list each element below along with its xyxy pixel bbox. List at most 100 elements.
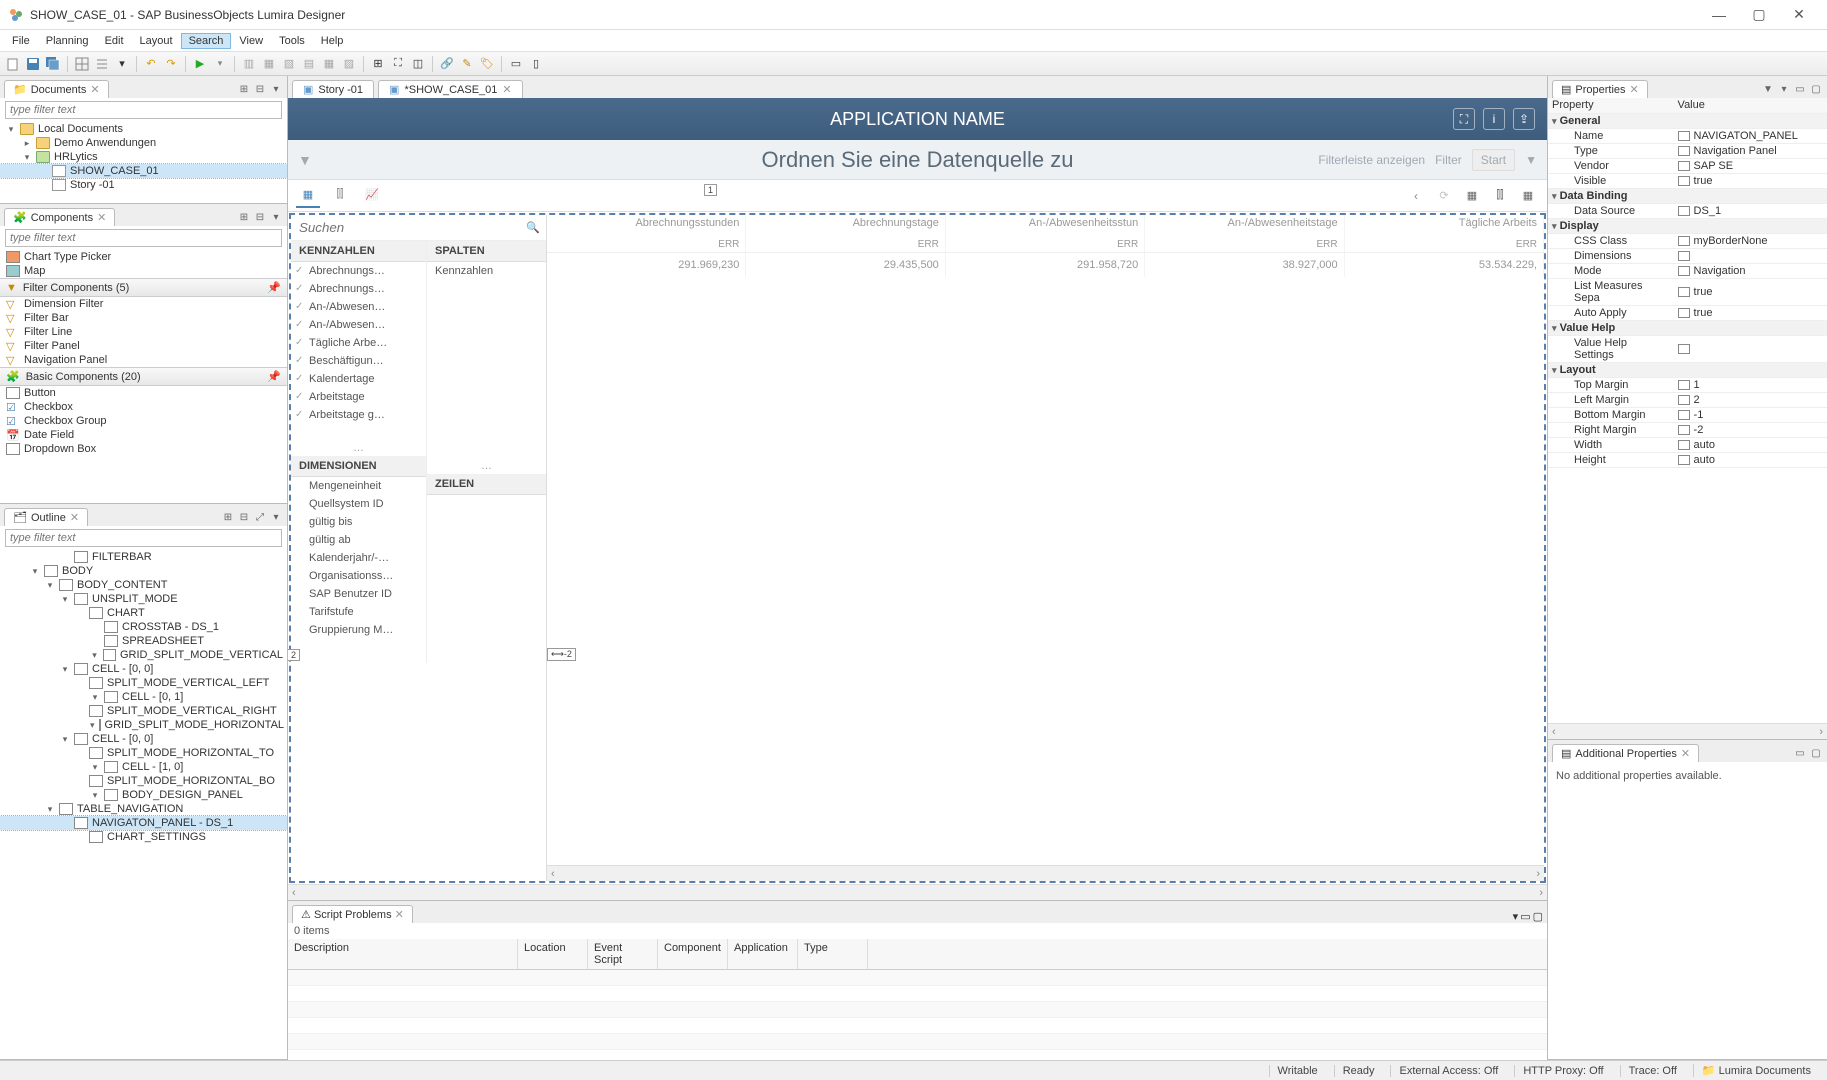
minimize-button[interactable]: —	[1699, 1, 1739, 29]
measure-item[interactable]: ✓Arbeitstage	[291, 388, 426, 406]
script-problems-tab[interactable]: ⚠ Script Problems ✕	[292, 905, 413, 923]
menu-tools[interactable]: Tools	[271, 33, 313, 49]
documents-filter-input[interactable]	[5, 101, 282, 119]
close-tab-icon[interactable]: ✕	[502, 83, 511, 96]
collapse-icon[interactable]: ⊟	[253, 212, 267, 226]
run-dropdown-icon[interactable]: ▾	[211, 55, 229, 73]
refresh-icon[interactable]: ⟳	[1433, 185, 1455, 207]
dimension-item[interactable]: Mengeneinheit	[291, 477, 426, 495]
basic-components-header[interactable]: 🧩Basic Components (20)📌	[0, 367, 287, 386]
add-icon[interactable]: ⊞	[221, 512, 235, 526]
table-view-icon[interactable]: ▦	[296, 184, 320, 208]
outline-filter-input[interactable]	[5, 529, 282, 547]
measure-item[interactable]: ✓Abrechnungs…	[291, 262, 426, 280]
center-icon[interactable]: ◫	[409, 55, 427, 73]
close-tab-icon[interactable]: ✕	[70, 511, 79, 524]
outline-node[interactable]: ▾CELL - [0, 1]	[0, 690, 287, 704]
outline-node[interactable]: ▾BODY	[0, 564, 287, 578]
pin-icon[interactable]: 📌	[267, 281, 281, 294]
outline-node[interactable]: NAVIGATON_PANEL - DS_1	[0, 816, 287, 830]
add-icon[interactable]: ⊞	[237, 84, 251, 98]
info-icon[interactable]: i	[1483, 108, 1505, 130]
menu-icon[interactable]: ▾	[1777, 84, 1791, 98]
box1-icon[interactable]: ▭	[507, 55, 525, 73]
filter-button[interactable]: Filter	[1435, 153, 1462, 167]
canvas-scrollbar[interactable]: ‹›	[288, 884, 1547, 900]
outline-node[interactable]: ▾CELL - [1, 0]	[0, 760, 287, 774]
menu-planning[interactable]: Planning	[38, 33, 97, 49]
property-value[interactable]: NAVIGATON_PANEL	[1674, 128, 1827, 143]
pin-icon[interactable]: 📌	[267, 370, 281, 383]
outline-node[interactable]: CHART_SETTINGS	[0, 830, 287, 844]
list-icon[interactable]	[93, 55, 111, 73]
dimension-item[interactable]: gültig ab	[291, 531, 426, 549]
edit-icon[interactable]: ✎	[458, 55, 476, 73]
table-icon[interactable]: ▦	[1461, 185, 1483, 207]
maximize-button[interactable]: ▢	[1739, 1, 1779, 29]
outline-tab[interactable]: 🗂Outline✕	[4, 508, 88, 526]
maximize-icon[interactable]: ▢	[1809, 748, 1823, 762]
component-item[interactable]: Chart Type Picker	[0, 250, 287, 264]
close-tab-icon[interactable]: ✕	[1630, 83, 1639, 96]
property-value[interactable]: auto	[1674, 452, 1827, 467]
filter-components-header[interactable]: ▼Filter Components (5)📌	[0, 278, 287, 297]
component-item[interactable]: Map	[0, 264, 287, 278]
outline-node[interactable]: ▾BODY_CONTENT	[0, 578, 287, 592]
problems-column[interactable]: Location	[518, 939, 588, 969]
property-value[interactable]	[1674, 335, 1827, 362]
property-group[interactable]: ▾ Value Help	[1548, 320, 1827, 335]
scroll-left-icon[interactable]: ‹	[292, 887, 296, 899]
dimension-item[interactable]: Gruppierung M…	[291, 621, 426, 639]
tree-item-selected[interactable]: SHOW_CASE_01	[0, 164, 287, 178]
save-all-icon[interactable]	[44, 55, 62, 73]
property-value[interactable]: 1	[1674, 377, 1827, 392]
component-item[interactable]: ☑Checkbox	[0, 400, 287, 414]
component-item[interactable]: Button	[0, 386, 287, 400]
dimension-item[interactable]: SAP Benutzer ID	[291, 585, 426, 603]
menu-icon[interactable]: ▾	[269, 512, 283, 526]
minimize-icon[interactable]: ▭	[1793, 84, 1807, 98]
outline-node[interactable]: ▾UNSPLIT_MODE	[0, 592, 287, 606]
dimension-item[interactable]: Organisationss…	[291, 567, 426, 585]
funnel-icon[interactable]: ▼	[1525, 153, 1537, 167]
minimize-icon[interactable]: ▭	[1520, 910, 1530, 923]
property-value[interactable]: -1	[1674, 407, 1827, 422]
outline-node[interactable]: SPLIT_MODE_VERTICAL_LEFT	[0, 676, 287, 690]
nav-search-input[interactable]	[297, 219, 526, 236]
dropdown-icon[interactable]: ▾	[113, 55, 131, 73]
dimension-item[interactable]: Kalenderjahr/-…	[291, 549, 426, 567]
navigation-panel-selected[interactable]: 2 ⟷-2 🔍 KENNZAHLEN ✓Abrechnungs…✓Abrechn…	[289, 213, 1546, 883]
measure-item[interactable]: ✓Kalendertage	[291, 370, 426, 388]
component-item[interactable]: 📅Date Field	[0, 428, 287, 442]
expand-icon[interactable]: ⤢	[253, 512, 267, 526]
outline-node[interactable]: SPLIT_MODE_VERTICAL_RIGHT	[0, 704, 287, 718]
close-tab-icon[interactable]: ✕	[90, 83, 99, 96]
outline-node[interactable]: SPLIT_MODE_HORIZONTAL_TO	[0, 746, 287, 760]
align-middle-icon[interactable]: ▦	[320, 55, 338, 73]
components-tab[interactable]: 🧩Components✕	[4, 208, 115, 226]
component-item[interactable]: ▽Filter Line	[0, 325, 287, 339]
property-group[interactable]: ▾ Display	[1548, 218, 1827, 233]
close-tab-icon[interactable]: ✕	[395, 909, 404, 921]
measure-item[interactable]: ✓Beschäftigun…	[291, 352, 426, 370]
menu-help[interactable]: Help	[313, 33, 352, 49]
editor-tab-showcase[interactable]: ▣*SHOW_CASE_01✕	[378, 80, 523, 98]
run-icon[interactable]: ▶	[191, 55, 209, 73]
dimension-item[interactable]: Tarifstufe	[291, 603, 426, 621]
measure-item[interactable]: ✓An-/Abwesen…	[291, 298, 426, 316]
outline-node[interactable]: ▾TABLE_NAVIGATION	[0, 802, 287, 816]
collapse-left-icon[interactable]: ‹	[1407, 186, 1425, 206]
calendar-icon[interactable]: ▦	[1517, 185, 1539, 207]
property-group[interactable]: ▾ General	[1548, 113, 1827, 128]
status-lumira[interactable]: 📁 Lumira Documents	[1693, 1064, 1819, 1077]
outline-node[interactable]: ▾BODY_DESIGN_PANEL	[0, 788, 287, 802]
collapse-icon[interactable]: ⊟	[253, 84, 267, 98]
property-group[interactable]: ▾ Data Binding	[1548, 188, 1827, 203]
problems-column[interactable]: Description	[288, 939, 518, 969]
property-value[interactable]: SAP SE	[1674, 158, 1827, 173]
property-value[interactable]	[1674, 248, 1827, 263]
funnel-icon[interactable]: ▼	[298, 152, 312, 168]
outline-node[interactable]: ▾CELL - [0, 0]	[0, 662, 287, 676]
outline-node[interactable]: ▾GRID_SPLIT_MODE_VERTICAL	[0, 648, 287, 662]
outline-node[interactable]: ▾CELL - [0, 0]	[0, 732, 287, 746]
